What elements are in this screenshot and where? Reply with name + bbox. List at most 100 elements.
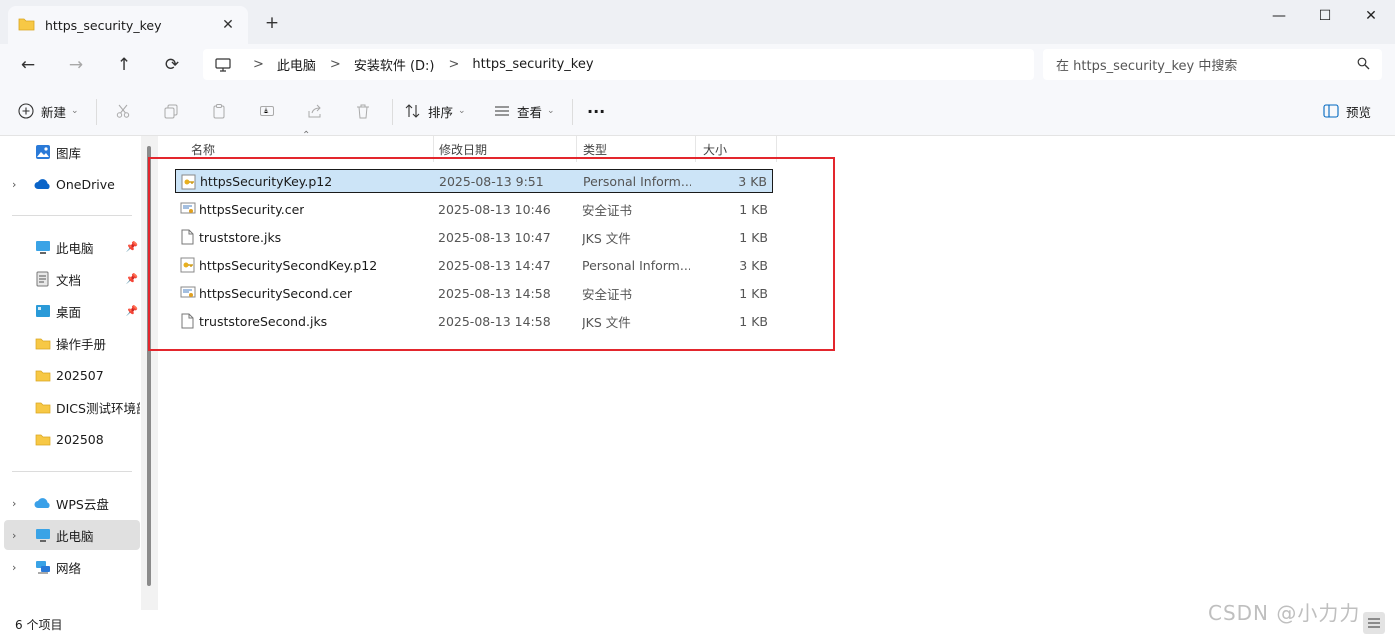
divider — [96, 99, 97, 125]
pin-icon: 📌 — [125, 305, 138, 317]
divider — [392, 99, 393, 125]
sidebar-item-label: 文档 — [56, 272, 82, 288]
divider — [12, 215, 132, 216]
chevron-right-icon[interactable]: › — [12, 561, 16, 574]
tab-title: https_security_key — [45, 17, 162, 33]
preview-button[interactable]: 预览 — [1323, 98, 1371, 124]
sidebar-item-wps-cloud[interactable]: › WPS云盘 — [4, 488, 140, 518]
network-icon — [34, 559, 51, 576]
back-button[interactable]: ← — [13, 51, 43, 79]
computer-icon — [215, 57, 231, 72]
forward-button[interactable]: → — [61, 51, 91, 79]
details-view-icon[interactable] — [1363, 612, 1385, 634]
highlight-box — [148, 157, 835, 351]
gallery-icon — [34, 144, 51, 161]
sidebar-item-gallery[interactable]: 图库 — [4, 137, 140, 167]
sidebar-item-documents[interactable]: 文档 📌 — [4, 264, 140, 294]
breadcrumb-separator: > — [329, 57, 341, 72]
sidebar-item-this-pc[interactable]: › 此电脑 — [4, 520, 140, 550]
tab-bar: https_security_key ✕ + — ☐ ✕ — [0, 0, 1395, 44]
view-button[interactable]: 查看 ⌄ — [494, 98, 555, 124]
sidebar-item-folder-202507[interactable]: 202507 — [4, 360, 140, 390]
search-icon — [1357, 57, 1370, 74]
column-header-label: 名称 — [191, 142, 216, 157]
view-label: 查看 — [517, 104, 543, 120]
onedrive-icon — [34, 176, 51, 193]
breadcrumb-current-folder[interactable]: https_security_key — [472, 57, 593, 72]
refresh-button[interactable]: ⟳ — [157, 51, 187, 79]
copy-icon[interactable] — [160, 100, 182, 122]
computer-icon — [34, 527, 51, 544]
sidebar-item-onedrive[interactable]: › OneDrive — [4, 169, 140, 199]
sidebar-item-desktop[interactable]: 桌面 📌 — [4, 296, 140, 326]
breadcrumb-drive-d[interactable]: 安装软件 (D:) — [354, 55, 435, 74]
paste-icon[interactable] — [208, 100, 230, 122]
sort-button[interactable]: 排序 ⌄ — [405, 98, 466, 124]
window-close-button[interactable]: ✕ — [1348, 0, 1394, 32]
sidebar-item-label: 202508 — [56, 431, 104, 447]
sidebar-item-network[interactable]: › 网络 — [4, 552, 140, 582]
rename-icon[interactable] — [256, 100, 278, 122]
sidebar-item-label: 图库 — [56, 145, 82, 161]
chevron-down-icon: ⌄ — [458, 106, 466, 116]
column-header-label: 修改日期 — [439, 142, 488, 157]
chevron-right-icon[interactable]: › — [12, 178, 16, 191]
chevron-down-icon: ⌄ — [547, 106, 555, 116]
sort-icon — [405, 103, 421, 119]
minimize-button[interactable]: — — [1256, 0, 1302, 32]
folder-icon — [34, 367, 51, 384]
folder-icon — [34, 335, 51, 352]
sidebar-item-label: 桌面 — [56, 304, 82, 320]
new-button[interactable]: 新建 ⌄ — [18, 98, 79, 124]
address-bar[interactable]: > 此电脑 > 安装软件 (D:) > https_security_key — [203, 49, 1034, 80]
address-row: ← → ↑ ⟳ > 此电脑 > 安装软件 (D:) > https_securi… — [0, 44, 1395, 86]
sidebar-item-folder-dics[interactable]: DICS测试环境部 — [4, 392, 140, 422]
more-options-button[interactable]: ··· — [587, 98, 605, 124]
file-explorer-window: https_security_key ✕ + — ☐ ✕ ← → ↑ ⟳ > 此… — [0, 0, 1395, 637]
tab-https-security-key[interactable]: https_security_key ✕ — [8, 6, 248, 44]
sidebar-item-label: DICS测试环境部 — [56, 400, 140, 416]
command-bar: 新建 ⌄ 排序 ⌄ 查看 ⌄ ··· 预览 — [0, 86, 1395, 136]
delete-icon[interactable] — [352, 100, 374, 122]
breadcrumb-this-pc[interactable]: 此电脑 — [277, 55, 316, 74]
sidebar-item-label: 网络 — [56, 560, 82, 576]
status-bar: 6 个项目 — [0, 610, 1395, 637]
divider — [572, 99, 573, 125]
sidebar-item-label: 此电脑 — [56, 240, 94, 256]
preview-label: 预览 — [1346, 104, 1372, 120]
sidebar-item-label: WPS云盘 — [56, 496, 109, 512]
new-label: 新建 — [41, 104, 67, 120]
pin-icon: 📌 — [125, 241, 138, 253]
plus-circle-icon — [18, 103, 34, 119]
divider — [12, 471, 132, 472]
breadcrumb-separator: > — [448, 57, 460, 72]
view-icon — [494, 103, 510, 119]
chevron-right-icon[interactable]: › — [12, 529, 16, 542]
preview-pane-icon — [1323, 104, 1339, 118]
search-input[interactable]: 在 https_security_key 中搜索 — [1043, 49, 1382, 80]
sidebar-item-folder-202508[interactable]: 202508 — [4, 424, 140, 454]
sidebar-item-label: 此电脑 — [56, 528, 94, 544]
share-icon[interactable] — [304, 100, 326, 122]
pin-icon: 📌 — [125, 273, 138, 285]
search-placeholder: 在 https_security_key 中搜索 — [1056, 59, 1238, 74]
cut-icon[interactable] — [112, 100, 134, 122]
view-switcher — [1363, 612, 1385, 634]
sidebar-item-label: OneDrive — [56, 176, 115, 192]
navigation-pane: 图库 › OneDrive 此电脑 📌 文档 📌 桌面 📌 操作手册 20250… — [0, 136, 158, 610]
column-header-label: 大小 — [703, 142, 728, 157]
item-count: 6 个项目 — [15, 618, 63, 632]
new-tab-button[interactable]: + — [261, 12, 283, 34]
desktop-icon — [34, 303, 51, 320]
sidebar-item-folder-manual[interactable]: 操作手册 — [4, 328, 140, 358]
sidebar-item-this-pc-quick[interactable]: 此电脑 📌 — [4, 232, 140, 262]
folder-icon — [18, 17, 35, 34]
sort-label: 排序 — [428, 104, 454, 120]
chevron-right-icon[interactable]: › — [12, 497, 16, 510]
document-icon — [34, 271, 51, 288]
folder-icon — [34, 431, 51, 448]
tab-close-icon[interactable]: ✕ — [218, 15, 238, 35]
up-button[interactable]: ↑ — [109, 51, 139, 79]
maximize-button[interactable]: ☐ — [1302, 0, 1348, 32]
folder-icon — [34, 399, 51, 416]
